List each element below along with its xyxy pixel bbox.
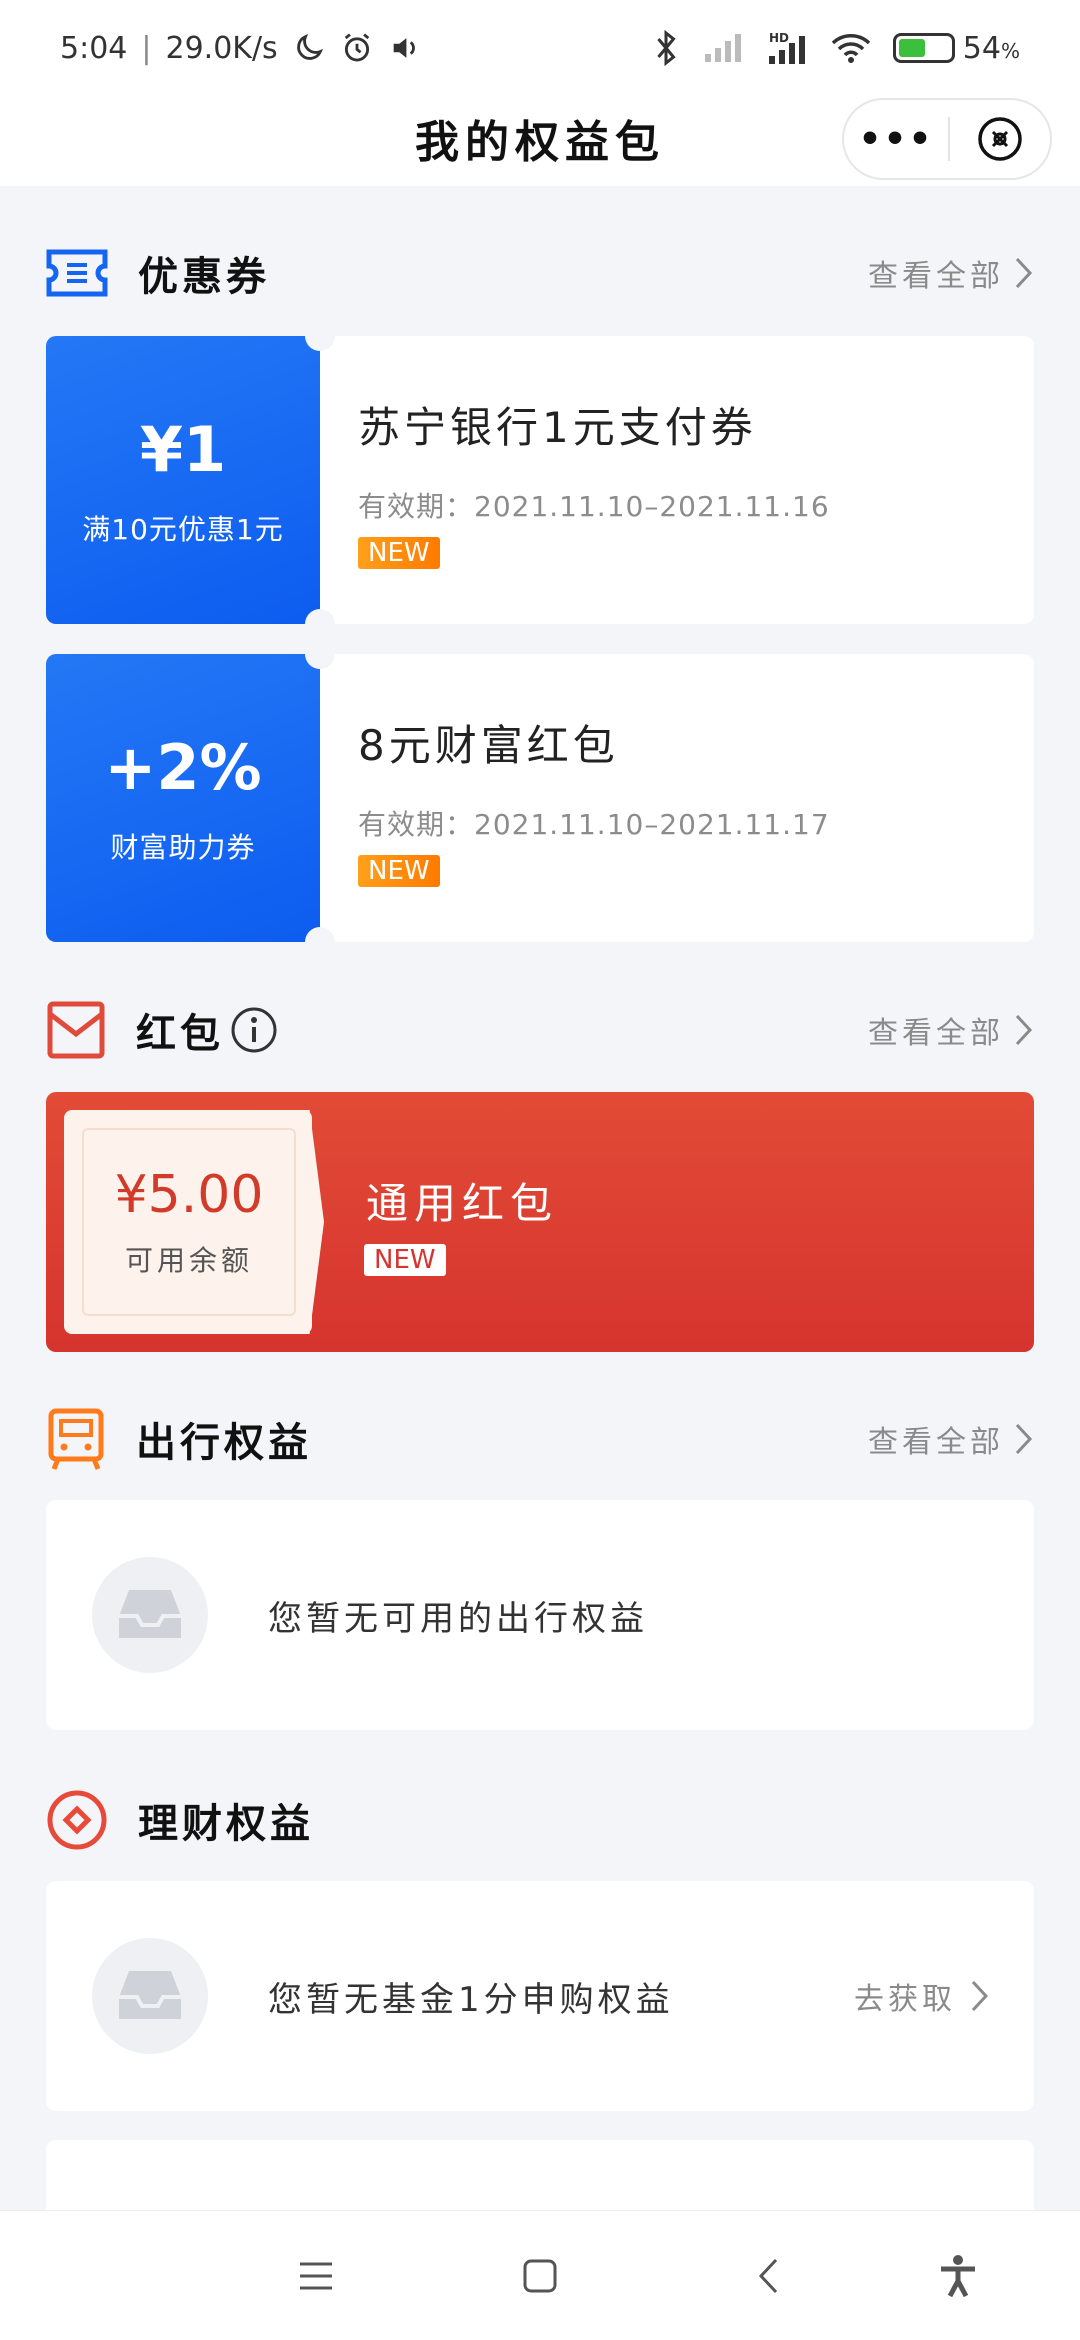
home-square-icon bbox=[523, 2259, 557, 2293]
coupon-validity: 有效期：2021.11.10–2021.11.16 bbox=[358, 490, 830, 523]
coupon-desc: 财富助力券 bbox=[110, 830, 256, 864]
accessibility-icon bbox=[941, 2255, 975, 2298]
section-title-finance: 理财权益 bbox=[138, 1801, 314, 1847]
coupon-info: 苏宁银行1元支付券 有效期：2021.11.10–2021.11.16 NEW bbox=[320, 336, 1034, 624]
new-badge: NEW bbox=[358, 855, 440, 887]
empty-tray-icon bbox=[119, 1971, 181, 2019]
coupon-validity: 有效期：2021.11.10–2021.11.17 bbox=[358, 808, 830, 841]
alarm-icon bbox=[344, 33, 369, 62]
red-packet-amount-label: 可用余额 bbox=[124, 1244, 253, 1277]
empty-state-icon-wrap bbox=[92, 1938, 208, 2054]
see-all-label: 查看全部 bbox=[868, 1425, 1004, 1460]
mini-program-capsule: ••• bbox=[842, 98, 1052, 180]
svg-text:HD: HD bbox=[769, 31, 789, 45]
empty-tray-icon bbox=[119, 1590, 181, 1638]
section-title-coupons: 优惠券 bbox=[138, 254, 270, 300]
coupon-desc: 满10元优惠1元 bbox=[82, 512, 284, 546]
bus-icon bbox=[48, 1408, 104, 1470]
see-all-label: 查看全部 bbox=[868, 1016, 1004, 1051]
home-button[interactable] bbox=[505, 2241, 575, 2311]
status-time: 5:04 bbox=[60, 30, 128, 66]
finance-empty-card: 您暂无基金1分申购权益 去获取 bbox=[46, 1881, 1034, 2111]
coupons-see-all-link[interactable]: 查看全部 bbox=[868, 251, 1034, 295]
red-packet-section-header: 红包 查看全部 bbox=[46, 995, 1034, 1065]
volume-icon bbox=[393, 38, 415, 58]
coupon-value: +2% bbox=[104, 730, 262, 804]
red-packet-balance-ticket: ¥5.00 可用余额 bbox=[64, 1110, 312, 1334]
back-chevron-icon bbox=[758, 2258, 778, 2294]
status-right: HD 54% bbox=[651, 30, 1020, 66]
new-badge: NEW bbox=[364, 1244, 446, 1276]
coupon-name: 8元财富红包 bbox=[358, 721, 619, 770]
coupon-value: ¥1 bbox=[139, 412, 227, 486]
travel-empty-card: 您暂无可用的出行权益 bbox=[46, 1500, 1034, 1730]
chevron-right-icon bbox=[1015, 257, 1033, 289]
travel-see-all-link[interactable]: 查看全部 bbox=[868, 1417, 1034, 1461]
coupon-value-panel: ¥1 满10元优惠1元 bbox=[46, 336, 335, 624]
red-envelope-icon bbox=[47, 1001, 105, 1059]
nav-bar: 我的权益包 ••• bbox=[0, 96, 1080, 186]
network-speed: 29.0K/s bbox=[165, 30, 278, 66]
coupon-info: 8元财富红包 有效期：2021.11.10–2021.11.17 NEW bbox=[320, 654, 1034, 942]
hd-signal-icon: HD bbox=[768, 31, 805, 64]
back-button[interactable] bbox=[733, 2241, 803, 2311]
coupon-name: 苏宁银行1元支付券 bbox=[358, 403, 757, 452]
battery-percent: 54% bbox=[962, 30, 1020, 66]
section-title-red-packet: 红包 bbox=[136, 1011, 224, 1057]
accessibility-button[interactable] bbox=[923, 2241, 993, 2311]
coupon-value-panel: +2% 财富助力券 bbox=[46, 654, 335, 942]
status-separator: | bbox=[141, 30, 152, 66]
signal-icon bbox=[704, 34, 741, 62]
coupon-section-header: 优惠券 查看全部 bbox=[46, 238, 1034, 308]
menu-button[interactable] bbox=[281, 2241, 351, 2311]
close-button[interactable] bbox=[950, 116, 1050, 162]
chevron-right-icon bbox=[971, 1980, 989, 2012]
chevron-right-icon bbox=[1015, 1423, 1033, 1455]
coupon-card[interactable]: +2% 财富助力券 8元财富红包 有效期：2021.11.10–2021.11.… bbox=[46, 654, 1034, 942]
go-get-label: 去获取 bbox=[854, 1982, 956, 2017]
empty-state-icon-wrap bbox=[92, 1557, 208, 1673]
bluetooth-icon bbox=[657, 30, 676, 66]
travel-empty-text: 您暂无可用的出行权益 bbox=[268, 1598, 648, 1639]
close-circle-icon bbox=[978, 117, 1022, 161]
travel-section-header: 出行权益 查看全部 bbox=[46, 1404, 1034, 1474]
red-packet-see-all-link[interactable]: 查看全部 bbox=[868, 1008, 1034, 1052]
see-all-label: 查看全部 bbox=[868, 259, 1004, 294]
battery: 54% bbox=[892, 30, 1020, 66]
red-packet-name: 通用红包 bbox=[366, 1179, 559, 1228]
wifi-icon bbox=[831, 34, 871, 63]
coupon-card[interactable]: ¥1 满10元优惠1元 苏宁银行1元支付券 有效期：2021.11.10–202… bbox=[46, 336, 1034, 624]
more-button[interactable]: ••• bbox=[844, 119, 948, 160]
chevron-right-icon bbox=[1015, 1014, 1033, 1046]
finance-target-icon bbox=[47, 1790, 107, 1850]
battery-icon bbox=[892, 33, 955, 63]
section-title-travel: 出行权益 bbox=[136, 1420, 312, 1466]
finance-section-header: 理财权益 bbox=[46, 1785, 1034, 1855]
moon-icon bbox=[296, 33, 323, 60]
red-packet-amount: ¥5.00 bbox=[114, 1165, 264, 1225]
red-packet-card[interactable]: ¥5.00 可用余额 通用红包 NEW bbox=[46, 1092, 1034, 1352]
go-get-link[interactable]: 去获取 bbox=[854, 1974, 990, 2018]
info-icon[interactable] bbox=[230, 1006, 278, 1054]
status-bar: 5:04 | 29.0K/s HD 54% bbox=[0, 0, 1080, 96]
status-left: 5:04 | 29.0K/s bbox=[60, 31, 422, 66]
new-badge: NEW bbox=[358, 537, 440, 569]
menu-icon bbox=[300, 2262, 332, 2290]
system-navigation-bar bbox=[0, 2210, 1080, 2340]
finance-empty-text: 您暂无基金1分申购权益 bbox=[268, 1979, 674, 2020]
coupon-icon bbox=[46, 249, 108, 297]
